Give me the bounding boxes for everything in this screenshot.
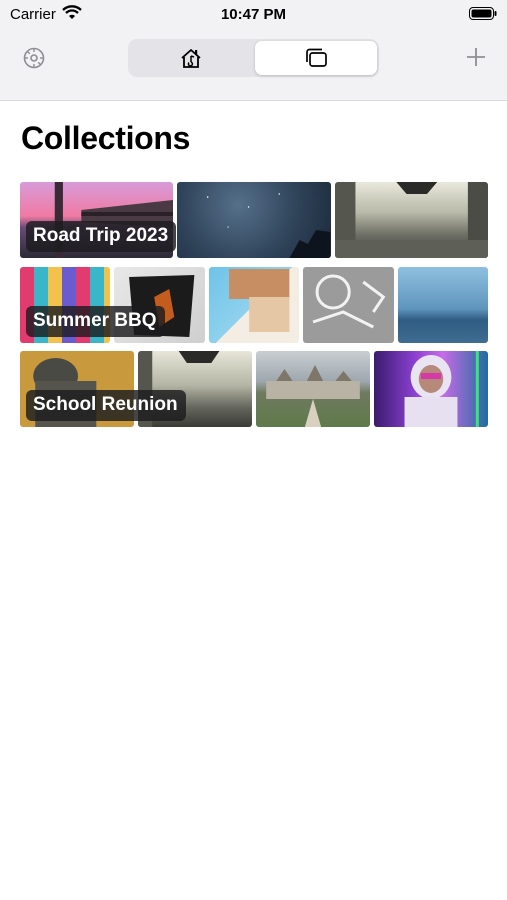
battery-icon — [469, 7, 497, 20]
night-sky-photo — [207, 193, 331, 258]
view-segmented-control — [128, 39, 379, 77]
top-bar: Carrier 10:47 PM — [0, 0, 507, 101]
photo-thumbnail — [397, 267, 489, 343]
photo-thumbnail — [208, 267, 300, 343]
collection-row-summer-bbq[interactable]: Summer BBQ — [20, 267, 489, 343]
poster-photo — [228, 269, 290, 332]
photo-thumbnail — [334, 182, 488, 258]
photo-thumbnail — [374, 351, 488, 427]
collection-title: School Reunion — [26, 390, 186, 421]
status-time: 10:47 PM — [220, 6, 287, 23]
segment-home[interactable] — [130, 41, 252, 75]
plus-icon[interactable] — [465, 46, 487, 68]
castle-photo — [266, 365, 360, 427]
navigation-bar — [0, 38, 507, 78]
segment-collections[interactable] — [255, 41, 377, 75]
collection-title: Summer BBQ — [26, 306, 165, 337]
home-icon — [181, 49, 201, 68]
photo-thumbnail — [303, 267, 394, 343]
collections-icon — [306, 48, 327, 67]
photo-thumbnail — [256, 351, 370, 427]
status-bar: Carrier 10:47 PM — [0, 0, 507, 28]
collection-row-school-reunion[interactable]: School Reunion — [20, 351, 488, 427]
collection-row-road-trip[interactable]: Road Trip 2023 — [20, 182, 488, 258]
gear-icon[interactable] — [22, 46, 46, 70]
portrait-photo — [404, 351, 479, 427]
collection-title: Road Trip 2023 — [26, 221, 177, 252]
page-title: Collections — [21, 120, 191, 156]
alley-photo — [334, 182, 488, 258]
drawing-photo — [312, 274, 386, 329]
photo-thumbnail — [177, 182, 331, 258]
